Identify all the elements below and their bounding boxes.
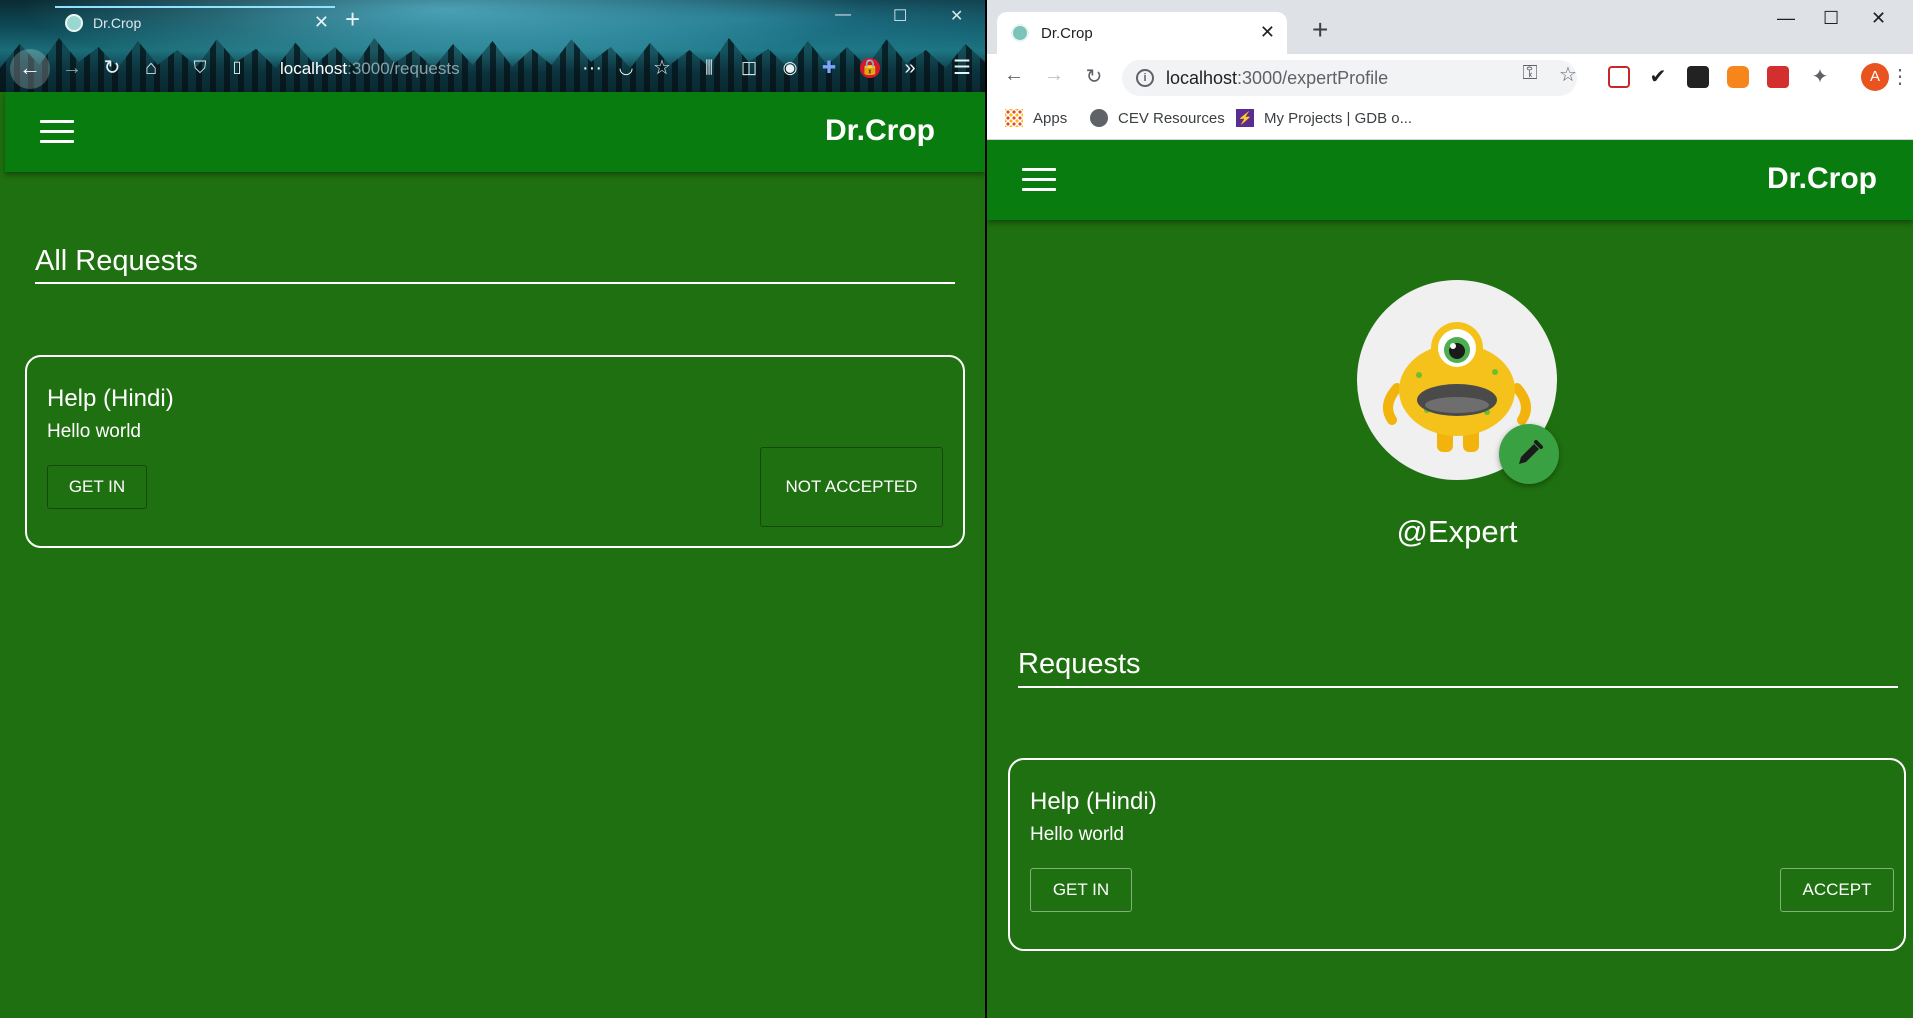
red-extension-icon[interactable]	[1767, 66, 1789, 88]
bookmark-star-icon[interactable]: ☆	[1555, 62, 1581, 87]
maximize-icon[interactable]: ☐	[1823, 8, 1839, 29]
address-bar[interactable]: i localhost:3000/expertProfile	[1122, 60, 1577, 96]
tab-title: Dr.Crop	[1041, 24, 1093, 42]
url-path: :3000/requests	[347, 59, 460, 78]
accept-button[interactable]: ACCEPT	[1780, 868, 1894, 912]
brand-title[interactable]: Dr.Crop	[1767, 162, 1877, 196]
url-host: localhost	[280, 59, 348, 78]
not-accepted-button[interactable]: NOT ACCEPTED	[760, 447, 943, 527]
dark-extension-icon[interactable]	[1687, 66, 1709, 88]
close-window-icon[interactable]: ✕	[1871, 8, 1886, 29]
expert-username: @Expert	[1396, 514, 1518, 549]
forward-button[interactable]: →	[1041, 64, 1067, 87]
shield-icon[interactable]: ⛉	[186, 54, 214, 82]
request-title: Help (Hindi)	[47, 385, 174, 412]
app-header: Dr.Crop	[5, 92, 985, 172]
bookmark-star-icon[interactable]: ☆	[648, 54, 676, 82]
request-message: Hello world	[1030, 824, 1124, 845]
request-card: Help (Hindi) Hello world GET IN ACCEPT	[1008, 758, 1906, 951]
bookmark-my-projects[interactable]: ⚡ My Projects | GDB o...	[1236, 109, 1412, 127]
extension-icon[interactable]: ✚	[815, 54, 843, 82]
firefox-window: Dr.Crop ✕ + — ☐ ✕ ← → ↻ ⌂ ⛉ ▯ localhost:…	[0, 0, 987, 1018]
globe-icon	[1090, 109, 1108, 127]
apps-grid-icon	[1005, 109, 1023, 127]
request-message: Hello world	[47, 421, 141, 442]
forward-button[interactable]: →	[58, 54, 86, 82]
close-tab-icon[interactable]: ✕	[314, 12, 329, 33]
app-header: Dr.Crop	[987, 140, 1913, 220]
reload-button[interactable]: ↻	[1081, 64, 1107, 89]
hamburger-menu-icon[interactable]	[40, 120, 74, 144]
more-actions-icon[interactable]: ···	[578, 54, 606, 82]
url-path: :3000/expertProfile	[1237, 68, 1389, 88]
brand-title[interactable]: Dr.Crop	[825, 114, 935, 148]
bookmark-label: Apps	[1033, 109, 1068, 127]
favicon-icon	[65, 14, 83, 32]
account-icon[interactable]: ◉	[776, 54, 804, 82]
lock-extension-icon[interactable]: 🔒	[856, 54, 884, 82]
bookmark-apps[interactable]: Apps	[1005, 109, 1067, 127]
url-host: localhost	[1166, 68, 1238, 88]
sidebar-icon[interactable]: ◫	[735, 54, 763, 82]
title-divider	[1018, 686, 1898, 688]
tab-title: Dr.Crop	[93, 15, 142, 31]
checkmark-extension-icon[interactable]: ✔	[1645, 64, 1671, 89]
home-button[interactable]: ⌂	[137, 54, 165, 82]
bookmark-label: CEV Resources	[1118, 109, 1225, 127]
browser-tab[interactable]: Dr.Crop ✕	[55, 6, 335, 38]
close-tab-icon[interactable]: ✕	[1260, 22, 1275, 43]
gdb-lightning-icon: ⚡	[1236, 109, 1254, 127]
metamask-icon[interactable]	[1727, 66, 1749, 88]
new-tab-button[interactable]: +	[1312, 14, 1328, 46]
pencil-icon	[1519, 440, 1543, 464]
bookmarks-bar: Apps CEV Resources ⚡ My Projects | GDB o…	[987, 100, 1913, 140]
chrome-menu-icon[interactable]: ⋮	[1887, 64, 1913, 89]
puzzle-extensions-icon[interactable]: ✦	[1807, 64, 1833, 89]
request-title: Help (Hindi)	[1030, 788, 1157, 815]
tab-strip: Dr.Crop ✕ + — ☐ ✕	[987, 0, 1913, 54]
bookmark-label: My Projects | GDB o...	[1264, 109, 1413, 127]
new-tab-button[interactable]: +	[345, 4, 360, 35]
requests-heading: Requests	[1018, 648, 1141, 680]
minimize-icon[interactable]: —	[835, 6, 851, 24]
page-icon: ▯	[232, 59, 242, 76]
close-window-icon[interactable]: ✕	[950, 6, 963, 26]
get-in-button[interactable]: GET IN	[47, 465, 147, 509]
key-icon[interactable]: ⚿	[1517, 62, 1543, 85]
maximize-icon[interactable]: ☐	[893, 6, 907, 26]
chrome-window: Dr.Crop ✕ + — ☐ ✕ ← → ↻ i localhost:3000…	[987, 0, 1913, 1018]
title-divider	[35, 282, 955, 284]
browser-tab[interactable]: Dr.Crop ✕	[997, 12, 1287, 54]
reload-button[interactable]: ↻	[98, 54, 126, 82]
site-info-icon[interactable]: i	[1136, 69, 1154, 87]
back-button[interactable]: ←	[1001, 64, 1027, 87]
profile-avatar[interactable]: A	[1861, 63, 1889, 91]
back-button[interactable]: ←	[10, 49, 50, 89]
overflow-icon[interactable]: »	[896, 54, 924, 82]
request-card: Help (Hindi) Hello world GET IN NOT ACCE…	[25, 355, 965, 548]
pocket-extension-icon[interactable]	[1608, 66, 1630, 88]
pocket-icon[interactable]: ◡	[612, 54, 640, 82]
minimize-icon[interactable]: —	[1777, 8, 1795, 29]
edit-profile-button[interactable]	[1499, 424, 1559, 484]
bookmark-cev-resources[interactable]: CEV Resources	[1090, 109, 1225, 127]
toolbar: ← → ↻ i localhost:3000/expertProfile ⚿ ☆…	[987, 54, 1913, 100]
favicon-icon	[1011, 24, 1029, 42]
get-in-button[interactable]: GET IN	[1030, 868, 1132, 912]
hamburger-menu-icon[interactable]	[1022, 168, 1056, 192]
menu-icon[interactable]: ☰	[948, 54, 976, 82]
library-icon[interactable]: ⫼	[695, 54, 723, 82]
page-title: All Requests	[35, 245, 198, 277]
